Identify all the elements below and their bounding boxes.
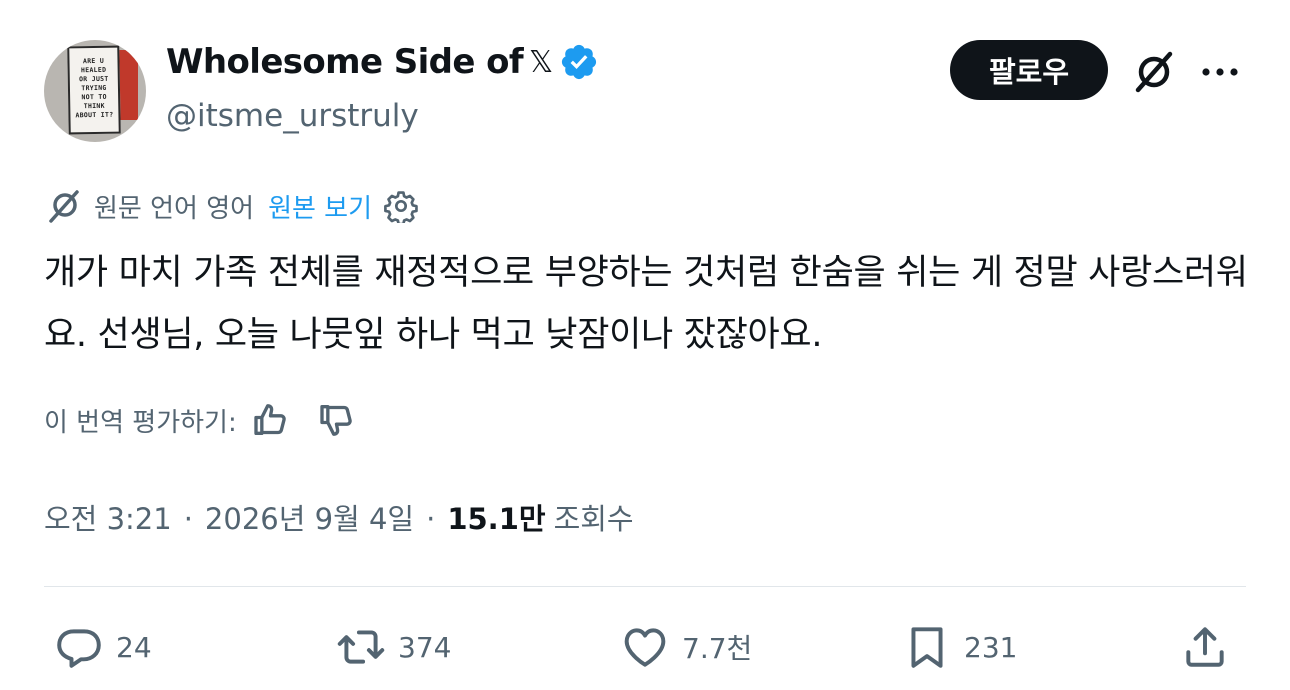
grok-translate-small-icon [49, 190, 79, 223]
bookmark-count: 231 [964, 630, 1018, 664]
avatar-sign-text: ARE U HEALED OR JUST TRYING NOT TO THINK ABOUT… [75, 56, 114, 120]
tweet-time[interactable]: 오전 3:21 [44, 496, 172, 538]
engagement-bar: 24 374 7.7천 231 [0, 610, 1290, 690]
rate-translation-label: 이 번역 평가하기: [44, 407, 237, 438]
bookmark-icon [911, 627, 943, 668]
bookmark-button[interactable]: 231 [902, 622, 1017, 672]
show-original-link[interactable]: 원본 보기 [268, 188, 372, 225]
repost-count: 374 [398, 630, 452, 664]
tweet-date[interactable]: 2026년 9월 4일 [205, 496, 414, 538]
reply-button[interactable]: 24 [54, 622, 152, 672]
avatar[interactable]: ARE U HEALED OR JUST TRYING NOT TO THINK ABOUT… [44, 40, 146, 142]
follow-button[interactable]: 팔로우 [950, 40, 1108, 100]
author-display-name[interactable]: Wholesome Side of [166, 42, 524, 82]
more-options-icon[interactable] [1196, 54, 1244, 90]
reply-icon [57, 629, 101, 668]
tweet-text: 개가 마치 가족 전체를 재정적으로 부양하는 것처럼 한숨을 쉬는 게 정말 … [44, 253, 1248, 355]
translation-meta-row: 원문 언어 영어 원본 보기 [44, 186, 418, 226]
meta-separator: · [426, 502, 436, 536]
like-button[interactable]: 7.7천 [620, 622, 752, 672]
heart-icon [624, 628, 666, 667]
meta-separator: · [183, 502, 193, 536]
views-label: 조회수 [553, 502, 634, 536]
reply-count: 24 [116, 630, 152, 664]
gear-icon[interactable] [384, 189, 418, 223]
author-name-row[interactable]: Wholesome Side of 𝕏 [166, 42, 599, 82]
author-handle[interactable]: @itsme_urstruly [166, 98, 419, 134]
verified-badge-icon [561, 44, 596, 80]
tweet-timestamp-row: 오전 3:21 · 2026년 9월 4일 · 15.1만 조회수 [44, 496, 634, 538]
repost-icon [337, 630, 385, 664]
avatar-sign: ARE U HEALED OR JUST TRYING NOT TO THINK ABOUT… [67, 45, 121, 135]
view-count: 15.1만 [447, 502, 546, 536]
grok-translate-icon[interactable] [1130, 48, 1178, 96]
share-button[interactable] [1180, 622, 1242, 672]
thumbs-down-icon[interactable] [317, 400, 357, 440]
rate-translation-row: 이 번역 평가하기: [44, 400, 357, 440]
original-language-label: 원문 언어 영어 [94, 193, 255, 224]
like-count: 7.7천 [682, 632, 753, 665]
repost-button[interactable]: 374 [336, 622, 451, 672]
share-icon [1186, 627, 1224, 667]
x-logo-icon: 𝕏 [529, 44, 553, 80]
thumbs-up-icon[interactable] [251, 400, 291, 440]
divider [44, 586, 1246, 587]
